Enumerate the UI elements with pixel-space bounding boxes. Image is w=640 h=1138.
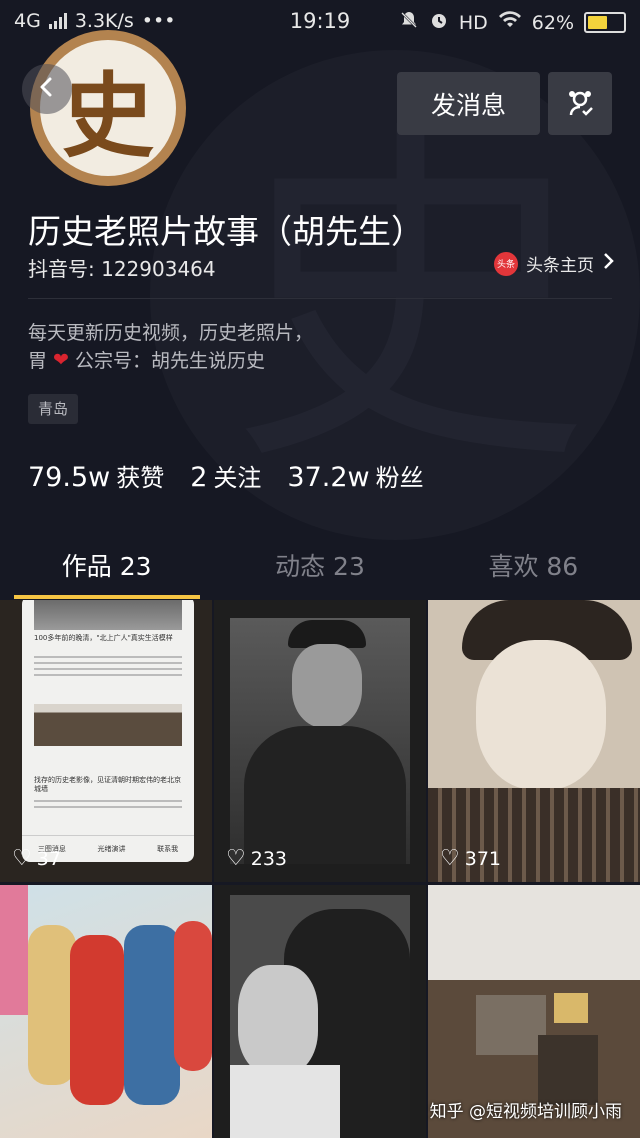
bio-line-2: 胃 ❤ 公宗号：胡先生说历史 xyxy=(28,346,265,373)
video-thumbnail[interactable] xyxy=(0,885,212,1138)
mute-bell-icon xyxy=(399,10,419,35)
video-likes: ♡ 233 xyxy=(226,846,287,871)
battery-icon xyxy=(584,12,626,33)
toutiao-link-label: 头条主页 xyxy=(526,256,594,276)
thumb-figure-4 xyxy=(174,921,212,1071)
heart-outline-icon: ♡ xyxy=(440,846,460,871)
followers-label: 粉丝 xyxy=(375,464,424,492)
stats-row: 79.5w 获赞 2 关注 37.2w 粉丝 xyxy=(28,458,424,493)
douyin-id: 抖音号: 122903464 xyxy=(28,257,216,281)
red-heart-icon: ❤ xyxy=(53,348,69,371)
heart-outline-icon: ♡ xyxy=(12,846,32,871)
hd-label: HD xyxy=(458,11,488,34)
tab-dynamics[interactable]: 动态 23 xyxy=(213,535,426,599)
thumb-photo-2 xyxy=(34,704,182,746)
likes-count: 79.5w xyxy=(28,462,111,493)
like-count: 233 xyxy=(250,848,287,870)
thumb-headline-1: 100多年前的晚清，"北上广人"真实生活模样 xyxy=(34,634,173,642)
like-count: 371 xyxy=(464,848,501,870)
thumb-headline-2: 找存的历史老影像，见证清朝时期宏伟的老北京城墙 xyxy=(34,776,181,793)
thumb-child xyxy=(238,965,318,1075)
thumb-photo-1 xyxy=(34,600,182,630)
like-count: 37 xyxy=(36,848,61,870)
thumb-figure-1 xyxy=(28,925,76,1085)
alarm-icon xyxy=(429,10,449,35)
phone-screenshot: 100多年前的晚清，"北上广人"真实生活模样 找存的历史老影像，见证清朝时期宏伟… xyxy=(22,600,194,862)
status-right: HD 62% xyxy=(399,10,626,35)
friend-status-button[interactable] xyxy=(548,72,612,135)
video-thumbnail[interactable]: 100多年前的晚清，"北上广人"真实生活模样 找存的历史老影像，见证清朝时期宏伟… xyxy=(0,600,212,882)
avatar-char: 史 xyxy=(61,61,154,170)
bio-line-1: 每天更新历史视频，历史老照片， xyxy=(28,322,314,344)
following-label: 关注 xyxy=(213,464,262,492)
toutiao-homepage-link[interactable]: 头条 头条主页 xyxy=(494,251,614,276)
followers-count: 37.2w xyxy=(287,462,370,493)
video-grid: 100多年前的晚清，"北上广人"真实生活模样 找存的历史老影像，见证清朝时期宏伟… xyxy=(0,600,640,1138)
thumb-flowers xyxy=(0,885,28,1015)
following-count: 2 xyxy=(190,462,208,493)
thumb-footer-btn-3: 联系我 xyxy=(157,845,179,853)
back-button[interactable] xyxy=(22,64,72,114)
chevron-right-icon xyxy=(602,252,614,275)
thumb-lines-2 xyxy=(34,800,182,812)
zhihu-watermark: 知乎 @短视频培训顾小雨 xyxy=(429,1102,622,1122)
thumb-face xyxy=(292,644,362,728)
wifi-icon xyxy=(498,11,522,34)
thumb-face xyxy=(476,640,606,790)
thumb-child-body xyxy=(230,1065,340,1138)
thumb-phone xyxy=(554,993,588,1023)
thumb-footer-btn-2: 光绪演讲 xyxy=(97,845,126,853)
active-tab-indicator xyxy=(14,595,200,599)
video-likes: ♡ 37 xyxy=(12,846,61,871)
divider xyxy=(28,298,612,299)
stat-following[interactable]: 2 关注 xyxy=(190,458,261,493)
likes-label: 获赞 xyxy=(116,464,165,492)
battery-fill xyxy=(588,16,607,29)
stat-likes: 79.5w 获赞 xyxy=(28,458,164,493)
video-thumbnail[interactable]: ♡ 233 xyxy=(214,600,426,882)
bio-prefix: 胃 xyxy=(28,350,48,372)
background-emblem-char: 史 xyxy=(230,90,590,509)
tab-likes[interactable]: 喜欢 86 xyxy=(427,535,640,599)
video-thumbnail[interactable] xyxy=(214,885,426,1138)
tab-works[interactable]: 作品 23 xyxy=(0,535,213,599)
video-likes: ♡ 371 xyxy=(440,846,501,871)
thumb-figure-2 xyxy=(70,935,124,1105)
toutiao-logo-icon: 头条 xyxy=(494,251,518,276)
location-tag: 青岛 xyxy=(28,394,79,424)
send-message-button[interactable]: 发消息 xyxy=(397,72,540,135)
thumb-photo xyxy=(230,618,410,864)
thumb-radio xyxy=(476,995,546,1055)
chevron-left-icon xyxy=(36,76,58,102)
user-check-icon xyxy=(563,85,597,123)
thumb-body xyxy=(244,726,406,864)
video-thumbnail[interactable]: ♡ 371 xyxy=(428,600,640,882)
thumb-lines-1 xyxy=(34,656,182,678)
heart-outline-icon: ♡ xyxy=(226,846,246,871)
stat-followers[interactable]: 37.2w 粉丝 xyxy=(287,458,423,493)
bio-text: 公宗号：胡先生说历史 xyxy=(74,350,265,372)
battery-percent: 62% xyxy=(531,11,574,34)
thumb-figure-3 xyxy=(124,925,180,1105)
profile-nickname: 历史老照片故事（胡先生） xyxy=(28,212,424,251)
thumb-box xyxy=(538,1035,598,1105)
profile-tabs: 作品 23 动态 23 喜欢 86 xyxy=(0,535,640,599)
thumb-photo xyxy=(230,895,410,1138)
